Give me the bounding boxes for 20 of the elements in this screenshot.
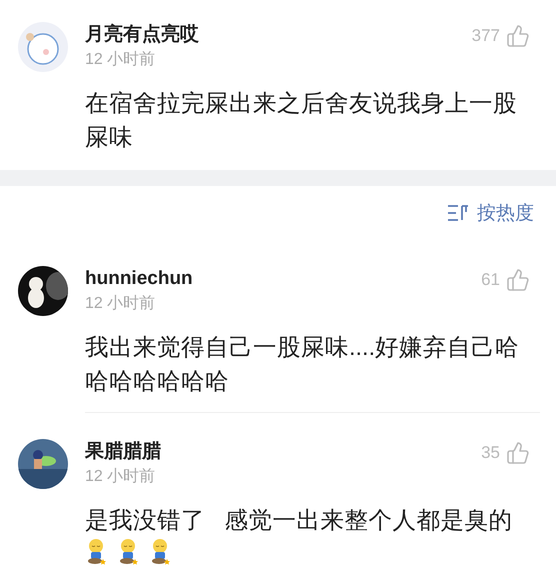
post-time: 12 小时前 — [85, 294, 156, 314]
post-time: 12 小时前 — [85, 466, 156, 487]
user-name[interactable]: 果腊腊腊 — [85, 439, 161, 465]
comment-text: 我出来觉得自己一股屎味....好嫌弃自己哈哈哈哈哈哈哈 — [85, 333, 520, 396]
sort-icon — [447, 204, 469, 222]
comment-text: 在宿舍拉完屎出来之后舍友说我身上一股屎味 — [85, 89, 518, 152]
sort-button[interactable]: 按热度 — [447, 200, 534, 226]
like-count: 61 — [481, 270, 500, 290]
thumbs-up-icon[interactable] — [506, 268, 530, 292]
thumbs-up-icon[interactable] — [506, 441, 530, 465]
sleepy-face-icon — [117, 539, 139, 565]
post-time: 12 小时前 — [85, 50, 156, 70]
thumbs-up-icon[interactable] — [506, 24, 530, 48]
sleepy-face-icon — [149, 539, 171, 565]
comment-text: 是我没错了 感觉一出来整个人都是臭的 — [85, 506, 514, 535]
sleepy-face-icon — [85, 539, 107, 565]
user-name[interactable]: 月亮有点亮哎 — [85, 22, 199, 48]
user-name[interactable]: hunniechun — [85, 266, 193, 292]
like-count: 35 — [481, 443, 500, 463]
like-count: 377 — [472, 26, 500, 46]
